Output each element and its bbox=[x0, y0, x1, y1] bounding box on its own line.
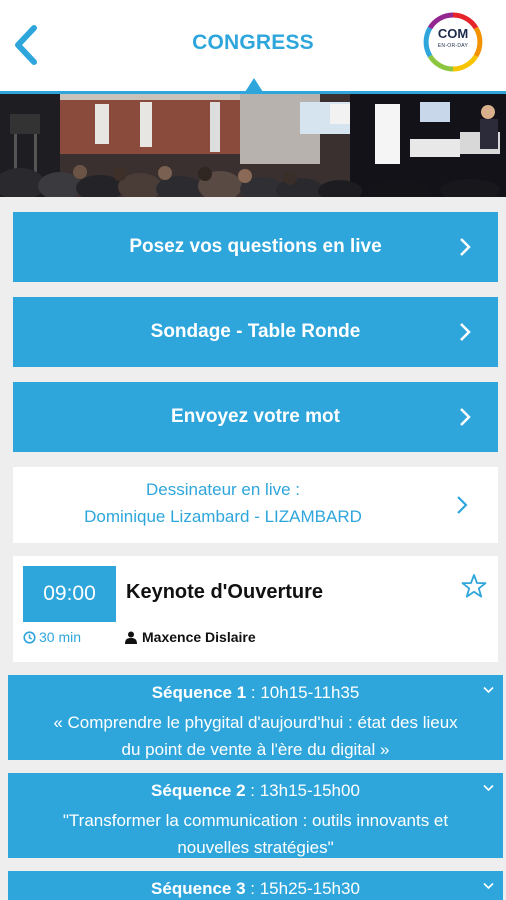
sequence-desc-line1: « Comprendre le phygital d'aujourd'hui :… bbox=[53, 713, 458, 732]
send-word-label: Envoyez votre mot bbox=[171, 406, 340, 427]
live-illustrator-name: Dominique Lizambard - LIZAMBARD bbox=[84, 507, 362, 526]
speaker-name: Maxence Dislaire bbox=[142, 629, 256, 645]
sequence-label: Séquence 3 bbox=[151, 879, 246, 898]
chevron-right-icon bbox=[460, 323, 471, 341]
sequence-time: : 10h15-11h35 bbox=[246, 683, 360, 702]
sequence-label: Séquence 1 bbox=[151, 683, 247, 702]
sequence-time: : 13h15-15h00 bbox=[245, 781, 360, 800]
star-outline-icon[interactable] bbox=[461, 573, 487, 599]
session-card[interactable]: 09:00 Keynote d'Ouverture 30 min Maxence… bbox=[13, 556, 498, 662]
live-illustrator-heading: Dessinateur en live : bbox=[145, 480, 301, 499]
session-time: 09:00 bbox=[23, 566, 116, 622]
app-header: CONGRESS COM EN-OR-DAY bbox=[0, 0, 506, 93]
sequence-label: Séquence 2 bbox=[151, 781, 246, 800]
chevron-down-icon bbox=[483, 784, 494, 792]
sequence-item-3[interactable]: Séquence 3 : 15h25-15h30 bbox=[8, 871, 503, 900]
duration-text: 30 min bbox=[39, 629, 82, 645]
clock-icon bbox=[23, 630, 36, 644]
send-word-button[interactable]: Envoyez votre mot bbox=[13, 382, 498, 452]
session-title: Keynote d'Ouverture bbox=[126, 581, 324, 603]
sequence-time: : 15h25-15h30 bbox=[245, 879, 360, 898]
sequence-item-2[interactable]: Séquence 2 : 13h15-15h00 "Transformer la… bbox=[8, 773, 503, 858]
header-pointer bbox=[245, 78, 263, 92]
chevron-right-icon bbox=[457, 496, 468, 514]
session-speaker[interactable]: Maxence Dislaire bbox=[125, 628, 256, 646]
chevron-down-icon bbox=[483, 882, 494, 890]
logo-subtext: EN-OR-DAY bbox=[437, 43, 469, 49]
event-banner-photo bbox=[0, 91, 506, 197]
chevron-down-icon bbox=[483, 686, 494, 694]
chevron-right-icon bbox=[460, 408, 471, 426]
live-illustrator-card[interactable]: Dessinateur en live : Dominique Lizambar… bbox=[13, 467, 498, 543]
sequence-desc-line2: du point de vente à l'ère du digital » bbox=[121, 740, 390, 759]
session-duration: 30 min bbox=[23, 628, 81, 646]
ask-questions-button[interactable]: Posez vos questions en live bbox=[13, 212, 498, 282]
poll-round-table-button[interactable]: Sondage - Table Ronde bbox=[13, 297, 498, 367]
user-icon bbox=[125, 631, 137, 644]
poll-round-table-label: Sondage - Table Ronde bbox=[150, 321, 361, 342]
sequence-desc-line1: "Transformer la communication : outils i… bbox=[62, 811, 449, 830]
ask-questions-label: Posez vos questions en live bbox=[129, 236, 382, 257]
event-logo: COM EN-OR-DAY bbox=[423, 12, 483, 72]
sequence-item-1[interactable]: Séquence 1 : 10h15-11h35 « Comprendre le… bbox=[8, 675, 503, 760]
sequence-desc-line2: nouvelles stratégies" bbox=[177, 838, 334, 857]
logo-text: COM bbox=[437, 26, 469, 41]
chevron-right-icon bbox=[460, 238, 471, 256]
